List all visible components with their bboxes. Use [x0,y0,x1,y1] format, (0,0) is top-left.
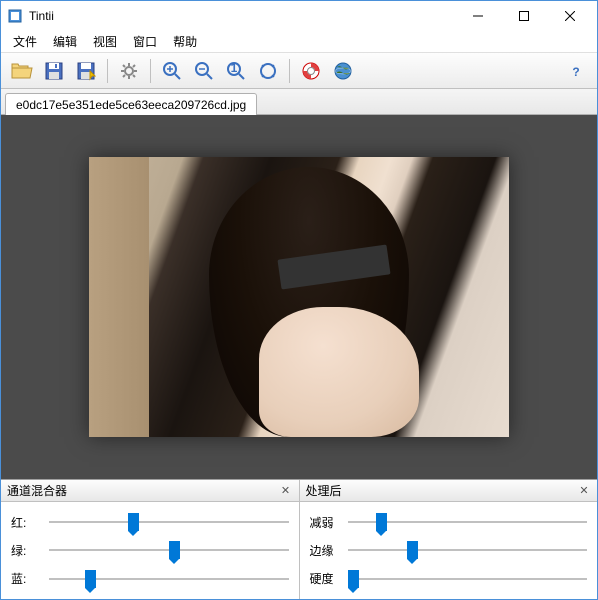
image-canvas-area[interactable] [1,115,597,479]
document-tab[interactable]: e0dc17e5e351ede5ce63eeca209726cd.jpg [5,93,257,115]
zoom-fit-button[interactable] [253,57,283,85]
red-slider[interactable] [49,512,289,532]
slider-label: 蓝: [11,570,41,587]
svg-text:?: ? [572,65,579,79]
slider-label: 绿: [11,542,41,559]
panel-title: 处理后 [306,482,578,499]
toolbar-separator [107,59,108,83]
slider-row-edge: 边缘 [310,538,588,562]
photo-preview [89,157,509,437]
slider-row-hardness: 硬度 [310,567,588,591]
panel-header[interactable]: 通道混合器 ✕ [1,480,299,502]
settings-button[interactable] [114,57,144,85]
maximize-button[interactable] [501,1,547,31]
open-button[interactable] [7,57,37,85]
web-button[interactable] [328,57,358,85]
slider-label: 硬度 [310,570,340,587]
panel-close-icon[interactable]: ✕ [279,484,293,498]
toolbar-separator [150,59,151,83]
minimize-button[interactable] [455,1,501,31]
context-help-button[interactable]: ? [561,57,591,85]
slider-label: 红: [11,514,41,531]
tab-filename: e0dc17e5e351ede5ce63eeca209726cd.jpg [16,98,246,112]
menu-view[interactable]: 视图 [85,31,125,52]
hardness-slider[interactable] [348,569,588,589]
help-lifebuoy-button[interactable] [296,57,326,85]
panel-close-icon[interactable]: ✕ [577,484,591,498]
panel-title: 通道混合器 [7,482,279,499]
zoom-in-button[interactable] [157,57,187,85]
panel-header[interactable]: 处理后 ✕ [300,480,598,502]
toolbar: 1 ? [1,53,597,89]
menu-help[interactable]: 帮助 [165,31,205,52]
blue-slider[interactable] [49,569,289,589]
app-icon [7,8,23,24]
window-title: Tintii [29,9,455,23]
green-slider[interactable] [49,540,289,560]
toolbar-separator [289,59,290,83]
attenuate-slider[interactable] [348,512,588,532]
save-as-button[interactable] [71,57,101,85]
slider-label: 减弱 [310,514,340,531]
zoom-out-button[interactable] [189,57,219,85]
slider-row-attenuate: 减弱 [310,510,588,534]
svg-text:1: 1 [231,61,238,75]
close-button[interactable] [547,1,593,31]
slider-row-blue: 蓝: [11,567,289,591]
edge-slider[interactable] [348,540,588,560]
zoom-actual-button[interactable]: 1 [221,57,251,85]
slider-row-green: 绿: [11,538,289,562]
menu-file[interactable]: 文件 [5,31,45,52]
slider-row-red: 红: [11,510,289,534]
title-bar: Tintii [1,1,597,31]
menu-edit[interactable]: 编辑 [45,31,85,52]
menu-window[interactable]: 窗口 [125,31,165,52]
bottom-panels: 通道混合器 ✕ 红: 绿: 蓝: 处理后 ✕ 减弱 [1,479,597,599]
menu-bar: 文件 编辑 视图 窗口 帮助 [1,31,597,53]
slider-label: 边缘 [310,542,340,559]
save-button[interactable] [39,57,69,85]
channel-mixer-panel: 通道混合器 ✕ 红: 绿: 蓝: [1,480,300,599]
tab-strip: e0dc17e5e351ede5ce63eeca209726cd.jpg [1,89,597,115]
post-process-panel: 处理后 ✕ 减弱 边缘 硬度 [300,480,598,599]
